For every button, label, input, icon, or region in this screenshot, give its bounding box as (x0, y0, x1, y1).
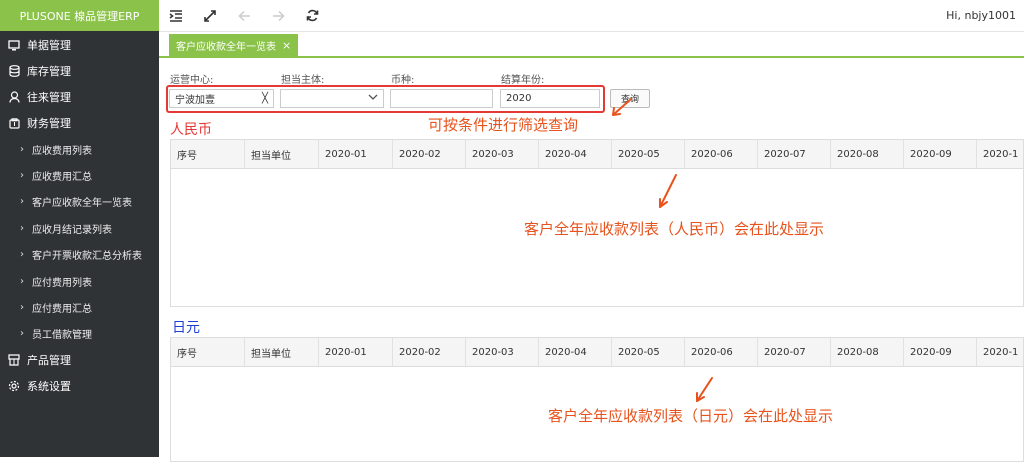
column-header[interactable]: 2020-01 (319, 338, 393, 366)
table-header: 序号 担当单位 2020-01 2020-02 2020-03 2020-04 … (171, 140, 1023, 169)
column-header[interactable]: 担当单位 (245, 338, 319, 366)
column-header[interactable]: 2020-06 (685, 140, 758, 168)
column-header[interactable]: 担当单位 (245, 140, 319, 168)
column-header[interactable]: 2020-09 (904, 338, 977, 366)
jpy-section-title: 日元 (172, 320, 200, 336)
column-header[interactable]: 2020-01 (319, 140, 393, 168)
filter-hint-annotation: 可按条件进行筛选查询 (428, 116, 579, 134)
column-header[interactable]: 序号 (171, 338, 245, 366)
column-header[interactable]: 2020-05 (612, 338, 685, 366)
column-header[interactable]: 2020-04 (539, 140, 612, 168)
jpy-hint-annotation: 客户全年应收款列表（日元）会在此处显示 (548, 407, 834, 425)
column-header[interactable]: 2020-02 (393, 140, 466, 168)
column-header[interactable]: 2020-1 (977, 140, 1023, 168)
column-header[interactable]: 2020-07 (758, 140, 831, 168)
table-header: 序号 担当单位 2020-01 2020-02 2020-03 2020-04 … (171, 338, 1023, 367)
column-header[interactable]: 2020-07 (758, 338, 831, 366)
rmb-section-title: 人民币 (170, 122, 212, 138)
jpy-table: 序号 担当单位 2020-01 2020-02 2020-03 2020-04 … (170, 337, 1024, 462)
column-header[interactable]: 2020-08 (831, 140, 904, 168)
column-header[interactable]: 2020-03 (466, 338, 539, 366)
filter-arrow-icon (612, 98, 632, 116)
rmb-hint-annotation: 客户全年应收款列表（人民币）会在此处显示 (524, 220, 825, 238)
column-header[interactable]: 2020-02 (393, 338, 466, 366)
column-header[interactable]: 2020-06 (685, 338, 758, 366)
column-header[interactable]: 2020-08 (831, 338, 904, 366)
column-header[interactable]: 2020-03 (466, 140, 539, 168)
column-header[interactable]: 2020-1 (977, 338, 1023, 366)
column-header[interactable]: 2020-09 (904, 140, 977, 168)
column-header[interactable]: 序号 (171, 140, 245, 168)
column-header[interactable]: 2020-04 (539, 338, 612, 366)
column-header[interactable]: 2020-05 (612, 140, 685, 168)
